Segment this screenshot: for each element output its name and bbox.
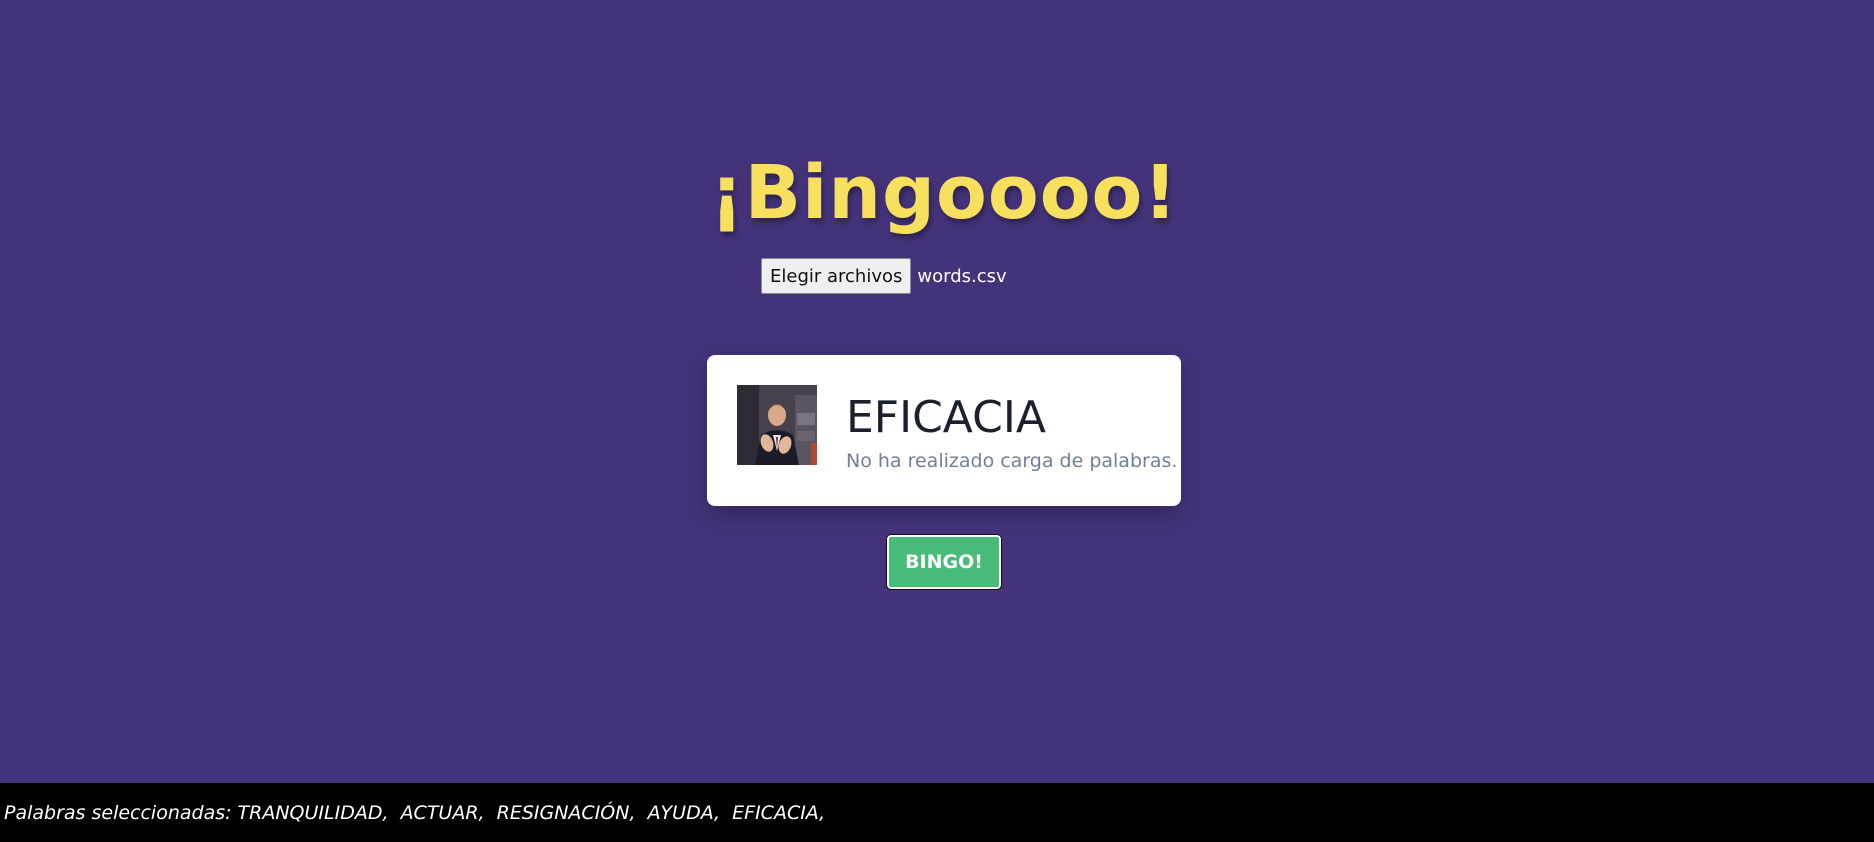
selected-word: TRANQUILIDAD, xyxy=(237,801,389,824)
selected-words-label: Palabras seleccionadas: xyxy=(4,801,232,824)
selected-word: EFICACIA, xyxy=(732,801,826,824)
current-word: EFICACIA xyxy=(846,392,1046,443)
selected-word: RESIGNACIÓN, xyxy=(496,801,636,824)
selected-words-bar: Palabras seleccionadas: TRANQUILIDAD, AC… xyxy=(0,783,1874,842)
selected-file-name: words.csv xyxy=(917,265,1007,287)
selected-word: AYUDA, xyxy=(647,801,721,824)
word-card: EFICACIA No ha realizado carga de palabr… xyxy=(707,355,1181,506)
choose-files-button[interactable]: Elegir archivos xyxy=(761,258,912,294)
clapping-man-image xyxy=(737,385,817,465)
bingo-button[interactable]: BINGO! xyxy=(886,534,1002,590)
file-input[interactable]: Elegir archivos words.csv xyxy=(761,258,1007,294)
page-title: ¡Bingoooo! xyxy=(709,150,1179,236)
selected-word: ACTUAR, xyxy=(400,801,485,824)
selected-words-list: TRANQUILIDAD, ACTUAR, RESIGNACIÓN, AYUDA… xyxy=(238,802,832,824)
status-message: No ha realizado carga de palabras. xyxy=(846,450,1178,472)
